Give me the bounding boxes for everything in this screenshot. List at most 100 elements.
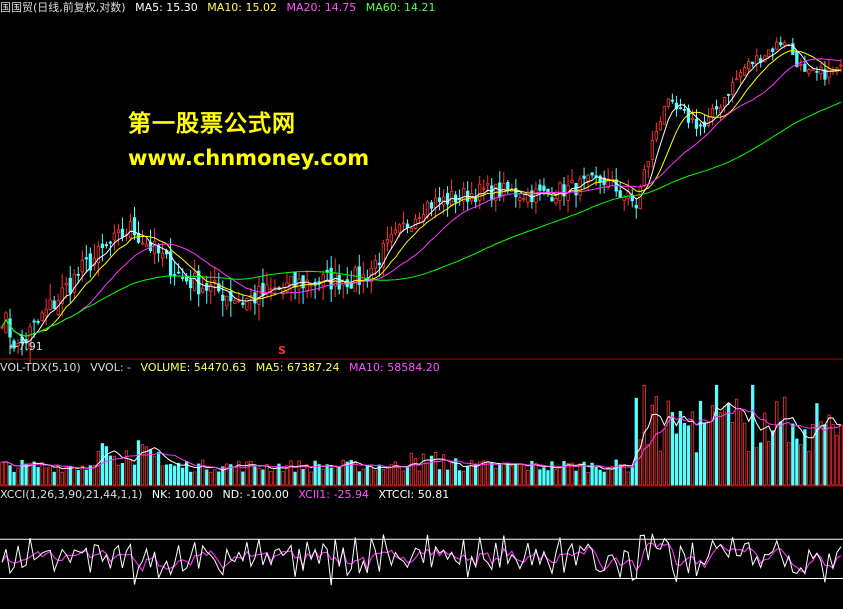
candle-body: [690, 117, 695, 121]
candle-body: [172, 274, 177, 276]
xcci-indicator: [0, 533, 843, 586]
volume-bar: [425, 462, 430, 486]
volume-bar: [32, 461, 36, 486]
candle-body: [185, 276, 189, 282]
volume-bar: [325, 464, 329, 486]
volume-bar: [803, 429, 807, 486]
volume-bar: [136, 440, 141, 486]
ma20-line: [1, 58, 842, 337]
watermark-title: 第一股票公式网: [128, 111, 296, 137]
volume-bar: [562, 461, 566, 486]
volume-bar: [690, 411, 695, 486]
candle-body: [0, 326, 4, 329]
candle-body: [417, 217, 422, 220]
volume-bar: [811, 423, 815, 486]
candle-body: [253, 292, 257, 304]
candle-body: [767, 49, 771, 57]
candle-body: [474, 197, 478, 202]
volume-bar: [193, 471, 197, 486]
candle-body: [429, 202, 434, 209]
volume-bar: [654, 396, 658, 486]
candle-body: [389, 234, 394, 242]
volume-bar: [502, 462, 506, 486]
candle-body: [799, 64, 803, 67]
candle-body: [642, 169, 646, 187]
candle-body: [678, 107, 683, 109]
candle-body: [8, 318, 12, 338]
volume-bar: [341, 459, 345, 486]
volume-bar: [586, 471, 590, 486]
volume-bar: [558, 467, 562, 486]
candle-body: [570, 180, 574, 184]
candle-body: [289, 275, 293, 289]
candle-body: [120, 228, 125, 238]
volume-bar: [273, 468, 277, 486]
candle-body: [682, 108, 687, 111]
volume-bar: [128, 460, 133, 486]
xcci-title: XCCI(1,26,3,90,21,44,1,1): [0, 488, 143, 501]
volume-bar: [751, 384, 755, 486]
ma20-value: MA20: 14.75: [286, 1, 357, 14]
volume-bar: [12, 471, 16, 486]
volume-bar: [457, 470, 462, 486]
volume-bar: [28, 462, 32, 486]
candle-body: [181, 277, 185, 279]
volume-bar: [626, 471, 630, 486]
volume-bar: [365, 465, 369, 486]
candle-body: [425, 201, 430, 217]
candlesticks: [0, 36, 843, 364]
volume-bar: [313, 460, 317, 486]
candle-body: [807, 69, 811, 74]
volume-bar: [164, 464, 169, 486]
volume-bar: [92, 465, 96, 486]
volume-bar: [678, 410, 683, 486]
volume-bar: [401, 470, 406, 486]
volume-bar: [189, 471, 193, 486]
candle-body: [839, 64, 843, 67]
candle-body: [803, 63, 807, 72]
volume-bar: [417, 470, 422, 486]
volume-bar: [682, 422, 687, 486]
candle-body: [445, 192, 450, 205]
candle-body: [397, 224, 402, 234]
candle-body: [662, 106, 667, 125]
volume-bar: [726, 403, 731, 486]
candle-body: [490, 185, 494, 201]
candle-body: [738, 72, 743, 78]
volume-bar: [747, 451, 751, 486]
volume-bar: [213, 469, 217, 486]
volume-bar: [253, 466, 257, 486]
volume-bar: [823, 424, 827, 486]
candle-body: [518, 197, 522, 201]
volume-bar: [594, 466, 598, 486]
volume-bar: [181, 467, 185, 486]
volume-bar: [381, 468, 386, 486]
volume-bar: [421, 453, 426, 486]
candle-body: [297, 278, 301, 290]
volume-bar: [60, 471, 64, 486]
candle-body: [710, 107, 715, 118]
candle-body: [108, 241, 113, 244]
ma5-line: [1, 44, 842, 344]
candle-body: [486, 182, 490, 186]
candle-body: [730, 82, 735, 95]
candle-body: [221, 294, 225, 301]
volume-bar: [831, 424, 835, 486]
volume-bar: [759, 442, 763, 486]
volume-bar: [329, 467, 333, 486]
volume-bar: [301, 468, 305, 486]
candle-body: [76, 273, 80, 276]
volume-bar: [269, 470, 273, 486]
vol-title: VOL-TDX(5,10): [0, 361, 81, 374]
volume-bar: [730, 422, 735, 486]
candle-body: [550, 197, 554, 202]
volume-bar: [550, 461, 554, 486]
stock-chart[interactable]: [0, 0, 843, 609]
volume-bar: [606, 469, 610, 486]
candle-body: [329, 267, 333, 290]
volume-bar: [554, 469, 558, 486]
volume-bar: [498, 463, 502, 486]
volume-bar: [409, 452, 414, 486]
candle-body: [827, 68, 831, 79]
candle-body: [201, 287, 205, 293]
